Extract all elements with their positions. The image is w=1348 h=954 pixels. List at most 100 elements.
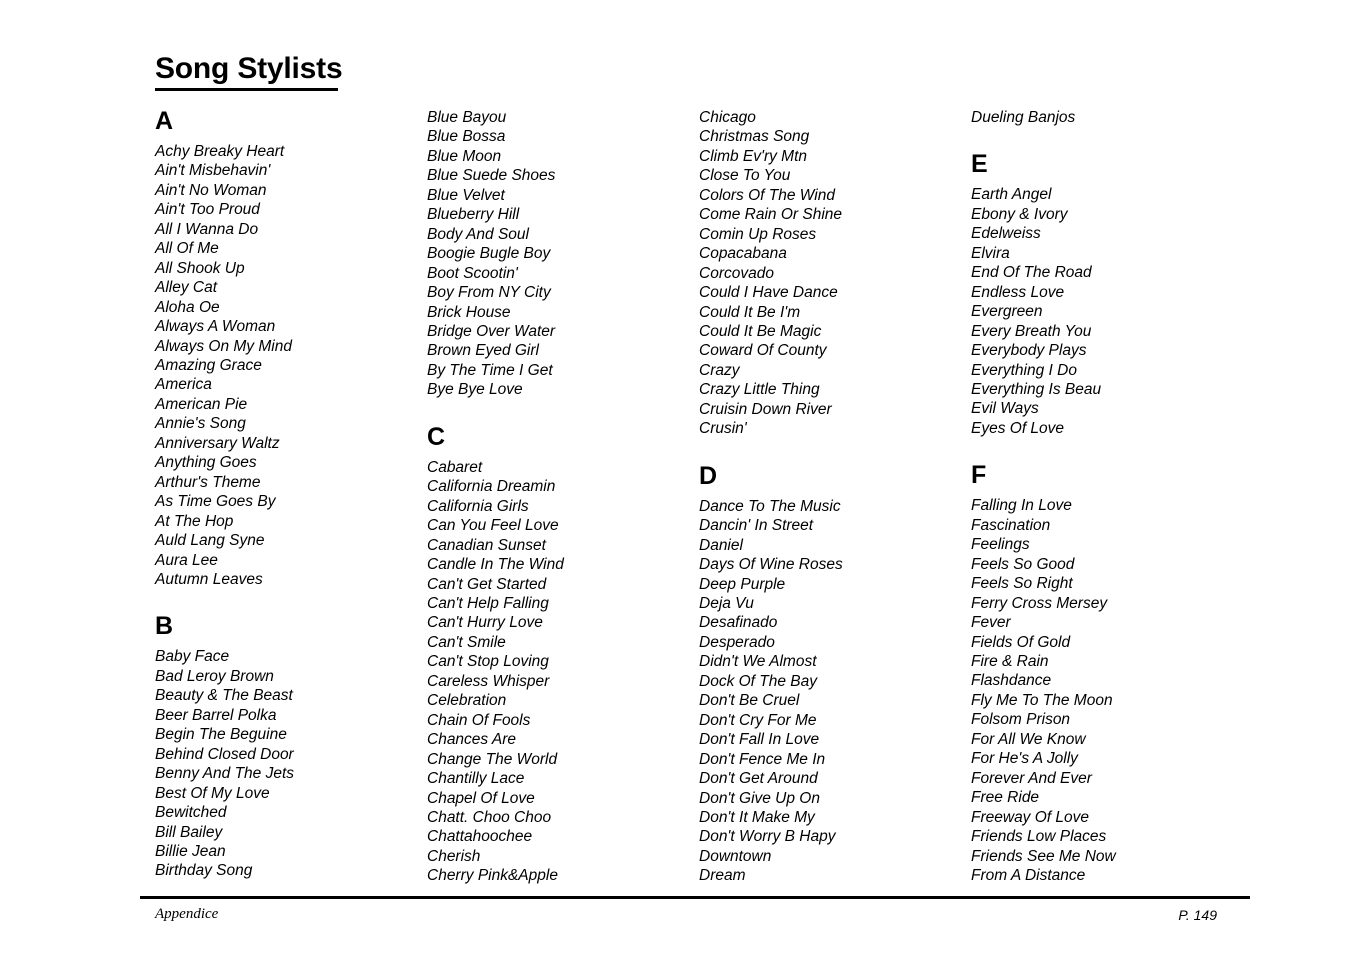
letter-section: B Baby Face Bad Leroy Brown Beauty & The Be… bbox=[155, 613, 427, 880]
song-entry: Dream bbox=[699, 867, 746, 885]
song-entry: Bad Leroy Brown bbox=[155, 667, 274, 685]
letter-section: E Earth Angel Ebony & Ivory Edelweiss Elvira… bbox=[971, 151, 1243, 438]
song-entry: For He's A Jolly bbox=[971, 750, 1078, 768]
song-entry: Ebony & Ivory bbox=[971, 205, 1068, 223]
song-entry: Everybody Plays bbox=[971, 342, 1087, 360]
song-entry: Folsom Prison bbox=[971, 711, 1071, 729]
song-entry: Amazing Grace bbox=[155, 356, 262, 374]
song-entry: Don't Get Around bbox=[699, 770, 818, 788]
song-entry: Blue Bayou bbox=[427, 109, 507, 126]
song-entry: Celebration bbox=[427, 692, 507, 710]
song-entry: Coward Of County bbox=[699, 342, 827, 360]
song-entry: Dancin' In Street bbox=[699, 517, 814, 535]
song-entry: Dueling Banjos bbox=[971, 109, 1076, 126]
song-entry: Eyes Of Love bbox=[971, 419, 1065, 437]
letter-heading: E bbox=[971, 150, 988, 179]
song-entry: By The Time I Get bbox=[427, 361, 553, 379]
song-entry: Forever And Ever bbox=[971, 769, 1092, 787]
song-list: Falling In Love Fascination Feelings Feels … bbox=[971, 496, 1243, 885]
song-entry: Don't Be Cruel bbox=[699, 692, 800, 710]
song-entry: Chicago bbox=[699, 109, 756, 126]
song-entry: Change The World bbox=[427, 750, 558, 768]
song-column: Blue Bayou Blue Bossa Blue Moon Blue Suede … bbox=[427, 108, 699, 886]
song-entry: Canadian Sunset bbox=[427, 536, 546, 554]
song-entry: Chapel Of Love bbox=[427, 789, 535, 807]
song-entry: Elvira bbox=[971, 244, 1010, 262]
song-entry: Aura Lee bbox=[155, 551, 218, 569]
song-entry: Can't Help Falling bbox=[427, 594, 549, 612]
song-entry: Can You Feel Love bbox=[427, 517, 559, 535]
song-entry: Close To You bbox=[699, 167, 791, 185]
song-entry: Chantilly Lace bbox=[427, 770, 525, 788]
song-entry: Chain Of Fools bbox=[427, 711, 531, 729]
song-entry: All I Wanna Do bbox=[155, 220, 259, 238]
letter-section: C Cabaret California Dreamin California Gir… bbox=[427, 424, 699, 886]
song-entry: Chattahoochee bbox=[427, 828, 533, 846]
song-entry: Crusin' bbox=[699, 420, 747, 438]
song-entry: Behind Closed Door bbox=[155, 745, 294, 763]
song-entry: Arthur's Theme bbox=[155, 473, 261, 491]
song-entry: Always A Woman bbox=[155, 318, 276, 336]
song-entry: Free Ride bbox=[971, 789, 1040, 807]
song-entry: Dance To The Music bbox=[699, 497, 841, 515]
song-entry: Auld Lang Syne bbox=[155, 532, 265, 550]
song-entry: Desperado bbox=[699, 633, 775, 651]
song-entry: Best Of My Love bbox=[155, 784, 270, 802]
song-list: Baby Face Bad Leroy Brown Beauty & The Bea… bbox=[155, 647, 427, 880]
song-entry: Blue Moon bbox=[427, 147, 502, 165]
song-entry: For All We Know bbox=[971, 730, 1086, 748]
song-entry: Friends Low Places bbox=[971, 828, 1107, 846]
song-entry: Fever bbox=[971, 614, 1011, 632]
song-entry: Crazy bbox=[699, 361, 740, 379]
song-column: A Achy Breaky Heart Ain't Misbehavin' Ain't… bbox=[155, 108, 427, 886]
song-entry: Bewitched bbox=[155, 804, 227, 822]
song-entry: Autumn Leaves bbox=[155, 570, 263, 588]
song-entry: Could I Have Dance bbox=[699, 284, 838, 302]
letter-section: A Achy Breaky Heart Ain't Misbehavin' Ain't… bbox=[155, 108, 427, 589]
song-entry: Don't Worry B Hapy bbox=[699, 828, 836, 846]
song-entry: Falling In Love bbox=[971, 497, 1072, 515]
song-entry: From A Distance bbox=[971, 866, 1086, 884]
song-entry: Chances Are bbox=[427, 731, 517, 749]
letter-heading: C bbox=[427, 422, 446, 451]
song-entry: Careless Whisper bbox=[427, 672, 550, 690]
letter-section: D Dance To The Music Dancin' In Street Dani… bbox=[699, 463, 971, 886]
song-entry: Blue Suede Shoes bbox=[427, 167, 556, 185]
song-entry: Cherry Pink&Apple bbox=[427, 867, 558, 885]
song-entry: Benny And The Jets bbox=[155, 765, 295, 783]
letter-section: Chicago Christmas Song Climb Ev'ry Mtn Clos… bbox=[699, 108, 971, 439]
song-entry: Everything I Do bbox=[971, 361, 1077, 379]
song-entry: Daniel bbox=[699, 536, 743, 554]
song-entry: As Time Goes By bbox=[155, 493, 276, 511]
letter-heading: B bbox=[155, 612, 174, 641]
song-list: Chicago Christmas Song Climb Ev'ry Mtn Clos… bbox=[699, 108, 971, 439]
song-entry: Blueberry Hill bbox=[427, 206, 520, 224]
song-entry: Feelings bbox=[971, 536, 1030, 554]
song-entry: Climb Ev'ry Mtn bbox=[699, 147, 808, 165]
footer-divider bbox=[140, 896, 1250, 899]
song-entry: Don't Cry For Me bbox=[699, 711, 817, 729]
song-entry: Days Of Wine Roses bbox=[699, 556, 843, 574]
song-entry: Deja Vu bbox=[699, 594, 754, 612]
song-entry: Colors Of The Wind bbox=[699, 186, 835, 204]
song-entry: Alley Cat bbox=[155, 279, 218, 297]
document-page: Song Stylists A Achy Breaky Heart Ain't Mi… bbox=[0, 0, 1348, 954]
song-entry: Desafinado bbox=[699, 614, 778, 632]
song-entry: Billie Jean bbox=[155, 842, 226, 860]
song-entry: Baby Face bbox=[155, 648, 230, 666]
song-entry: Come Rain Or Shine bbox=[699, 206, 843, 224]
song-list: Dueling Banjos bbox=[971, 108, 1243, 127]
song-entry: Bye Bye Love bbox=[427, 381, 523, 399]
song-entry: Edelweiss bbox=[971, 225, 1041, 243]
song-entry: Ferry Cross Mersey bbox=[971, 594, 1108, 612]
song-entry: Feels So Good bbox=[971, 555, 1075, 573]
song-entry: Cherish bbox=[427, 847, 481, 865]
song-entry: Fire & Rain bbox=[971, 652, 1049, 670]
song-entry: Flashdance bbox=[971, 672, 1052, 690]
song-entry: Cruisin Down River bbox=[699, 400, 832, 418]
song-entry: Anything Goes bbox=[155, 454, 257, 472]
song-entry: Boy From NY City bbox=[427, 284, 551, 302]
song-entry: End Of The Road bbox=[971, 264, 1092, 282]
song-entry: Can't Smile bbox=[427, 633, 506, 651]
song-entry: Ain't Misbehavin' bbox=[155, 162, 271, 180]
